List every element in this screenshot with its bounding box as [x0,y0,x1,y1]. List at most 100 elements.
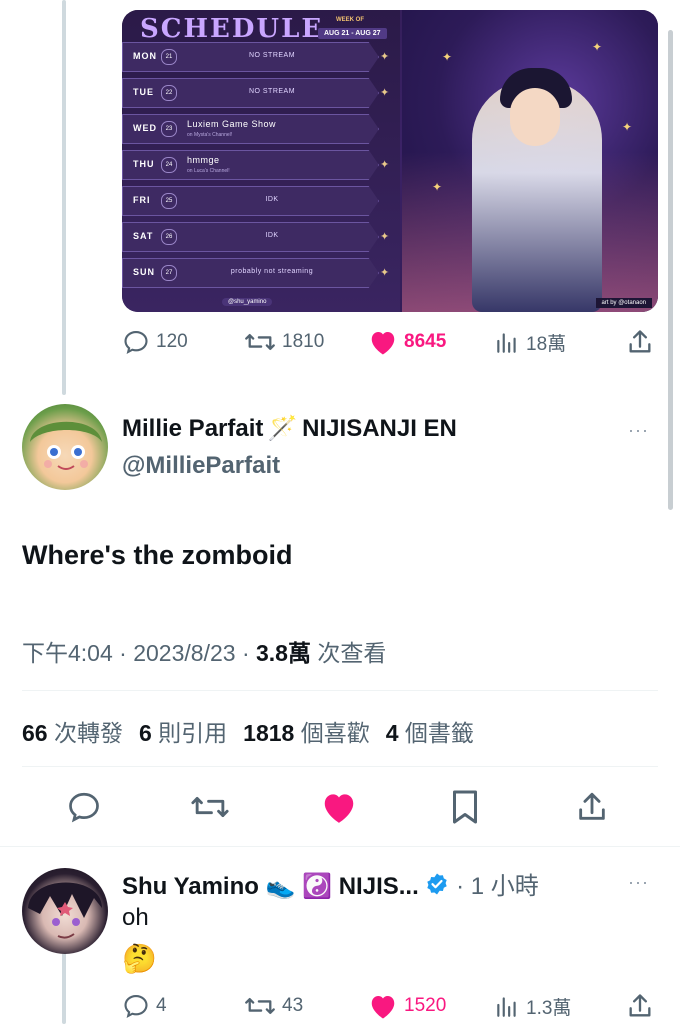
day-event-sub: on Mysta's Channel! [187,132,233,138]
author-handle[interactable]: @MillieParfait [122,452,280,480]
views-count: 18萬 [526,333,567,355]
name-suffix: NIJISANJI EN [302,415,457,442]
thread-line-top [62,0,66,395]
day-number: 23 [161,121,177,137]
views-button[interactable]: 18萬 [494,328,566,356]
share-button[interactable] [620,322,660,362]
bookmark-button[interactable] [445,787,485,827]
schedule-image[interactable]: SCHEDULE WEEK OF AUG 21 - AUG 27 MON 21 … [122,10,658,312]
quotes-stat[interactable]: 6 則引用 [139,714,227,748]
sparkle-icon: ✦ [442,50,453,64]
retweets-stat[interactable]: 66 次轉發 [22,714,123,748]
star-icon: ✦ [380,267,390,279]
yin-yang-emoji-icon: ☯️ [302,873,333,900]
day-event: hmmge [187,155,220,165]
retweet-button[interactable] [190,787,230,827]
reply-time[interactable]: 1 小時 [471,873,539,900]
views-count: 1.3萬 [526,997,572,1019]
tweet-date[interactable]: 2023/8/23 [133,640,235,666]
star-icon: ✦ [380,159,390,171]
share-icon [629,994,651,1017]
share-button[interactable] [620,986,660,1026]
avatar-art [30,421,102,470]
retweet-button[interactable]: 43 [244,992,303,1020]
retweet-icon [245,998,275,1014]
day-event: Luxiem Game Show [187,119,277,129]
likes-stat-label: 個喜歡 [300,720,370,746]
share-icon [629,330,651,353]
views-button[interactable]: 1.3萬 [494,992,571,1020]
reply-avatar[interactable] [22,868,108,954]
reply-separator: · [456,873,465,900]
tweet-meta: 下午4:04 · 2023/8/23 · 3.8萬 次查看 [22,634,386,668]
heart-icon [371,996,395,1019]
schedule-title: SCHEDULE [140,14,324,44]
tweet-time[interactable]: 下午4:04 [22,640,113,666]
more-options-icon[interactable]: ··· [628,872,649,893]
view-count: 3.8萬 [256,640,311,666]
retweet-icon [191,797,229,817]
divider [22,766,658,767]
like-count: 8645 [404,331,447,352]
star-icon: ✦ [380,51,390,63]
like-button[interactable]: 1520 [368,992,446,1020]
day-number: 21 [161,49,177,65]
avatar[interactable] [22,404,108,490]
retweet-button[interactable]: 1810 [244,328,324,356]
sparkle-icon: ✦ [622,120,633,134]
scrollbar[interactable] [668,30,673,510]
like-button[interactable] [319,787,359,827]
sparkle-icon: ✦ [592,40,603,54]
art-face [510,88,560,146]
retweet-count: 43 [282,995,304,1016]
day-name: WED [133,123,157,133]
schedule-row-mon: MON 21 NO STREAM [122,42,379,72]
views-icon [497,333,516,353]
retweets-stat-count: 66 [22,720,48,746]
reply-avatar-art [28,882,102,939]
schedule-handle: @shu_yamino [222,298,273,306]
schedule-panel: SCHEDULE WEEK OF AUG 21 - AUG 27 MON 21 … [122,10,400,312]
bookmark-icon [453,790,477,824]
schedule-row-tue: TUE 22 NO STREAM [122,78,379,108]
retweet-icon [245,333,275,350]
reply-button[interactable] [64,787,104,827]
day-number: 27 [161,265,177,281]
views-icon [497,997,516,1017]
bookmarks-stat[interactable]: 4 個書籤 [386,714,474,748]
day-name: THU [133,159,155,169]
wand-emoji-icon: 🪄 [267,415,298,442]
share-icon [579,792,605,820]
bookmarks-stat-count: 4 [385,720,399,746]
week-range: AUG 21 - AUG 27 [318,28,387,39]
section-separator [0,846,680,847]
likes-stat[interactable]: 1818 個喜歡 [243,714,370,748]
week-label: WEEK OF [336,17,364,23]
author-name-line[interactable]: Millie Parfait 🪄 NIJISANJI EN [122,414,457,443]
day-event: NO STREAM [248,52,296,59]
verified-badge-icon [425,872,449,903]
day-name: FRI [133,195,151,205]
schedule-row-fri: FRI 25 IDK [122,186,379,216]
reply-author-line[interactable]: Shu Yamino 👟 ☯️ NIJIS... · 1 小時 [122,866,539,903]
reply-name-suffix: NIJIS... [338,873,419,900]
more-options-icon[interactable]: ··· [628,420,649,441]
share-button[interactable] [572,787,612,827]
day-event: IDK [265,196,279,203]
sparkle-icon: ✦ [432,180,443,194]
day-event: IDK [265,232,279,239]
meta-separator: · [241,640,250,666]
reply-text: oh [122,904,149,931]
day-name: SUN [133,267,156,277]
like-count: 1520 [404,995,447,1016]
like-button[interactable]: 8645 [368,328,446,356]
reply-button[interactable]: 4 [122,992,167,1020]
day-event: probably not streaming [230,268,314,275]
day-number: 24 [161,157,177,173]
likes-stat-count: 1818 [243,720,295,746]
schedule-row-thu: THU 24 hmmge on Luca's Channel! [122,150,379,180]
reply-button[interactable]: 120 [122,328,188,356]
day-number: 25 [161,193,177,209]
schedule-row-wed: WED 23 Luxiem Game Show on Mysta's Chann… [122,114,379,144]
day-name: TUE [133,87,154,97]
